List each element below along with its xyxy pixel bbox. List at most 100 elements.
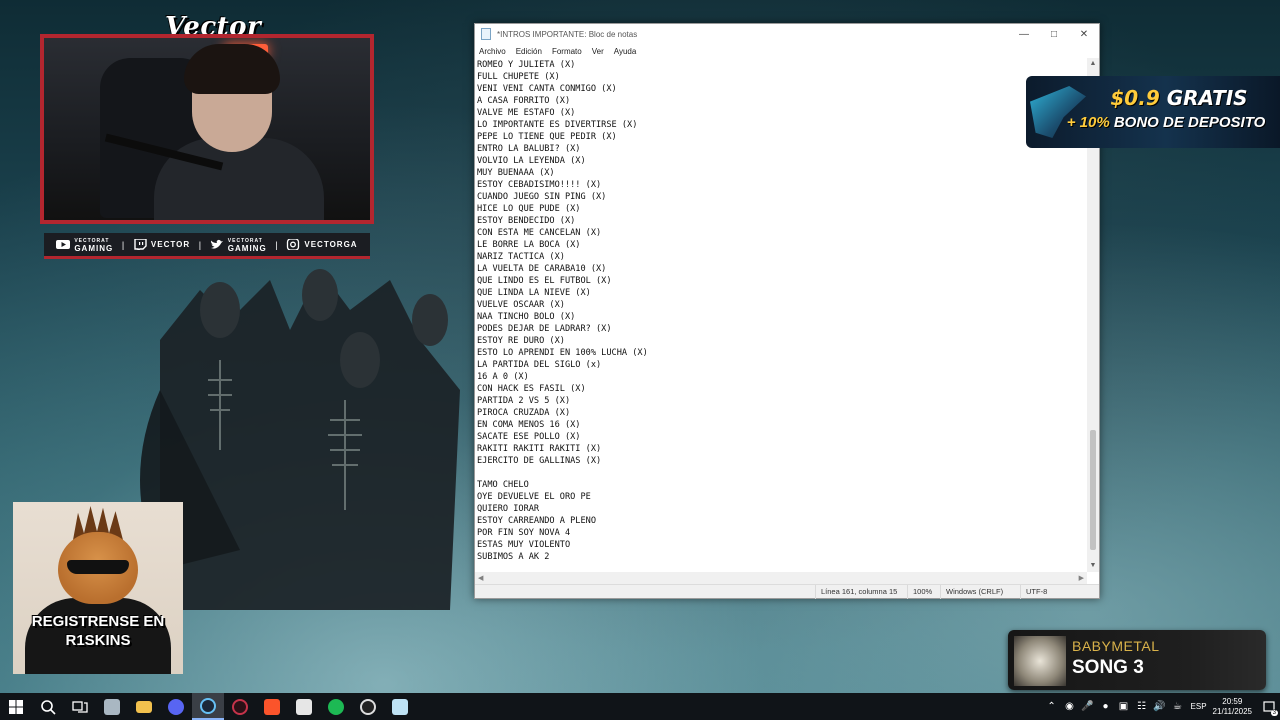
- encoding: UTF-8: [1020, 585, 1100, 599]
- taskbar-app-folder[interactable]: [128, 693, 160, 720]
- text-editor-area[interactable]: ROMEO Y JULIETA (X) FULL CHUPETE (X) VENI …: [475, 58, 1087, 572]
- taskbar-app-steam[interactable]: [192, 693, 224, 720]
- text-line[interactable]: FULL CHUPETE (X): [477, 71, 1085, 83]
- text-line[interactable]: NAA TINCHO BOLO (X): [477, 311, 1085, 323]
- text-line[interactable]: RAKITI RAKITI RAKITI (X): [477, 443, 1085, 455]
- scroll-left-icon[interactable]: ◀: [478, 574, 483, 582]
- scroll-up-icon[interactable]: ▲: [1087, 58, 1099, 70]
- text-line[interactable]: OYE DEVUELVE EL ORO PE: [477, 491, 1085, 503]
- close-button[interactable]: ✕: [1069, 24, 1099, 44]
- text-line[interactable]: SACATE ESE POLLO (X): [477, 431, 1085, 443]
- text-line[interactable]: PARTIDA 2 VS 5 (X): [477, 395, 1085, 407]
- discord-icon: [168, 698, 184, 715]
- text-line[interactable]: CUANDO JUEGO SIN PING (X): [477, 191, 1085, 203]
- text-line[interactable]: ESTOY CEBADISIMO!!!! (X): [477, 179, 1085, 191]
- text-line[interactable]: ENTRO LA BALUBI? (X): [477, 143, 1085, 155]
- promo-headline: $0.9 GRATIS: [1086, 86, 1272, 110]
- volume-icon[interactable]: 🔊: [1151, 701, 1169, 712]
- text-line[interactable]: LE BORRE LA BOCA (X): [477, 239, 1085, 251]
- social-links-bar: VECTORAT GAMING | VECTOR | VECTORAT GAMING…: [44, 233, 370, 259]
- text-line[interactable]: QUE LINDA LA NIEVE (X): [477, 287, 1085, 299]
- text-line[interactable]: NARIZ TACTICA (X): [477, 251, 1085, 263]
- menu-archivo[interactable]: Archivo: [479, 47, 506, 56]
- text-line[interactable]: PEPE LO TIENE QUE PEDIR (X): [477, 131, 1085, 143]
- network-icon[interactable]: ☷: [1133, 701, 1151, 712]
- taskbar-app-launcher[interactable]: [288, 693, 320, 720]
- text-line[interactable]: MUY BUENAAA (X): [477, 167, 1085, 179]
- social-twitter: VECTORAT GAMING: [210, 238, 267, 252]
- text-line[interactable]: PIROCA CRUZADA (X): [477, 407, 1085, 419]
- scrollbar-thumb[interactable]: [1090, 430, 1096, 550]
- text-line[interactable]: ESTOY RE DURO (X): [477, 335, 1085, 347]
- horizontal-scrollbar[interactable]: ◀ ▶: [475, 572, 1087, 584]
- text-line[interactable]: TAMO CHELO: [477, 479, 1085, 491]
- scroll-right-icon[interactable]: ▶: [1079, 574, 1084, 582]
- file-explorer-icon: [104, 698, 120, 715]
- separator: |: [121, 239, 125, 250]
- text-line[interactable]: CON HACK ES FASIL (X): [477, 383, 1085, 395]
- text-line[interactable]: ROMEO Y JULIETA (X): [477, 59, 1085, 71]
- promo-subline: + 10% BONO DE DEPOSITO: [1060, 114, 1272, 131]
- search-button[interactable]: [32, 693, 64, 720]
- scroll-down-icon[interactable]: ▼: [1087, 560, 1099, 572]
- menu-ayuda[interactable]: Ayuda: [614, 47, 637, 56]
- text-line[interactable]: PODES DEJAR DE LADRAR? (X): [477, 323, 1085, 335]
- menu-bar: Archivo Edición Formato Ver Ayuda: [475, 44, 1099, 58]
- instagram-icon: [287, 239, 300, 250]
- taskbar-app-notepad[interactable]: [384, 693, 416, 720]
- text-line[interactable]: QUIERO IORAR: [477, 503, 1085, 515]
- text-line[interactable]: SUBIMOS A AK 2: [477, 551, 1085, 563]
- text-line[interactable]: ESTO LO APRENDI EN 100% LUCHA (X): [477, 347, 1085, 359]
- task-view-button[interactable]: [64, 693, 96, 720]
- text-line[interactable]: EN COMA MENOS 16 (X): [477, 419, 1085, 431]
- promo-bonus-text: BONO DE DEPOSITO: [1113, 114, 1266, 131]
- taskbar-app-brave[interactable]: [256, 693, 288, 720]
- promo-free: GRATIS: [1166, 86, 1248, 110]
- microphone-icon[interactable]: 🎤: [1079, 701, 1097, 712]
- notepad-icon: [481, 28, 491, 40]
- text-line[interactable]: HICE LO QUE PUDE (X): [477, 203, 1085, 215]
- text-line[interactable]: 16 A 0 (X): [477, 371, 1085, 383]
- menu-ver[interactable]: Ver: [592, 47, 604, 56]
- text-line[interactable]: VENI VENI CANTA CONMIGO (X): [477, 83, 1085, 95]
- window-titlebar[interactable]: *INTROS IMPORTANTE: Bloc de notas — □ ✕: [475, 24, 1099, 44]
- start-button[interactable]: [0, 693, 32, 720]
- text-line[interactable]: [477, 467, 1085, 479]
- notepad-window[interactable]: *INTROS IMPORTANTE: Bloc de notas — □ ✕ …: [474, 23, 1100, 599]
- notification-button[interactable]: 3: [1258, 693, 1280, 720]
- text-line[interactable]: POR FIN SOY NOVA 4: [477, 527, 1085, 539]
- text-line[interactable]: VUELVE OSCAAR (X): [477, 299, 1085, 311]
- taskbar-app-obs[interactable]: [352, 693, 384, 720]
- text-line[interactable]: VALVE ME ESTAFO (X): [477, 107, 1085, 119]
- minimize-button[interactable]: —: [1009, 24, 1039, 44]
- text-line[interactable]: QUE LINDO ES EL FUTBOL (X): [477, 275, 1085, 287]
- capture-icon[interactable]: ▣: [1115, 701, 1133, 712]
- window-title: *INTROS IMPORTANTE: Bloc de notas: [497, 29, 638, 39]
- menu-formato[interactable]: Formato: [552, 47, 582, 56]
- social-youtube: VECTORAT GAMING: [56, 238, 113, 252]
- headset-icon[interactable]: ☕: [1169, 701, 1187, 712]
- text-line[interactable]: EJERCITO DE GALLINAS (X): [477, 455, 1085, 467]
- text-line[interactable]: LA VUELTA DE CARABA10 (X): [477, 263, 1085, 275]
- social-twitter-label: GAMING: [227, 243, 267, 253]
- text-line[interactable]: ESTOY CARREANDO A PLENO: [477, 515, 1085, 527]
- text-line[interactable]: A CASA FORRITO (X): [477, 95, 1085, 107]
- input-language[interactable]: ESP: [1191, 702, 1207, 711]
- menu-edicion[interactable]: Edición: [516, 47, 542, 56]
- text-line[interactable]: ESTAS MUY VIOLENTO: [477, 539, 1085, 551]
- clock[interactable]: 20:59 21/11/2025: [1213, 697, 1252, 717]
- taskbar-app-spotify[interactable]: [320, 693, 352, 720]
- maximize-button[interactable]: □: [1039, 24, 1069, 44]
- text-line[interactable]: VOLVIO LA LEYENDA (X): [477, 155, 1085, 167]
- text-line[interactable]: LO IMPORTANTE ES DIVERTIRSE (X): [477, 119, 1085, 131]
- text-line[interactable]: CON ESTA ME CANCELAN (X): [477, 227, 1085, 239]
- text-line[interactable]: ESTOY BENDECIDO (X): [477, 215, 1085, 227]
- taskbar-app-discord[interactable]: [160, 693, 192, 720]
- search-icon: [41, 699, 56, 715]
- record-tray-icon[interactable]: ●: [1097, 701, 1115, 712]
- chevron-up-icon[interactable]: ⌃: [1043, 701, 1061, 712]
- taskbar-app-record[interactable]: [224, 693, 256, 720]
- text-line[interactable]: LA PARTIDA DEL SIGLO (x): [477, 359, 1085, 371]
- taskbar-app-explorer[interactable]: [96, 693, 128, 720]
- steam-tray-icon[interactable]: ◉: [1061, 701, 1079, 712]
